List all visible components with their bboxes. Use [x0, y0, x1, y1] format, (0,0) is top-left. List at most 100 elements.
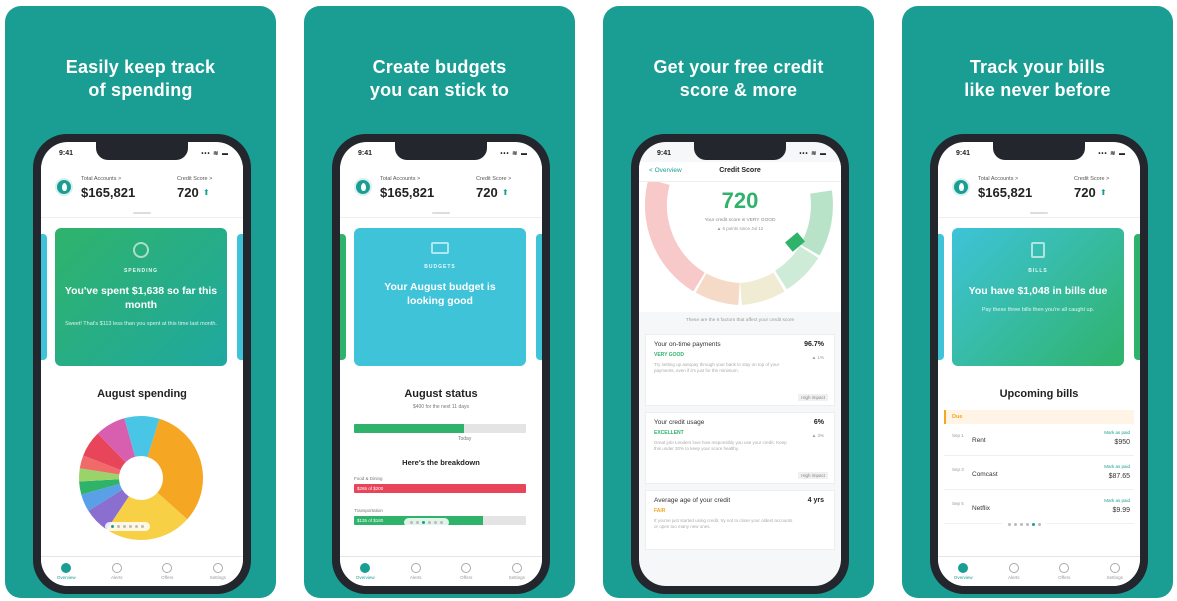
- section-title: August spending: [97, 388, 187, 400]
- arrow-up-icon: ⬆: [1100, 188, 1107, 197]
- page-dots[interactable]: [1002, 520, 1047, 529]
- next-card-peek[interactable]: [536, 234, 542, 360]
- tab-offers[interactable]: Offers: [451, 563, 481, 580]
- drop-icon: [360, 563, 371, 573]
- phone-frame: 9:41 ••• ≋ ▬ < Overview Credit Score 720: [631, 134, 849, 594]
- accounts-value[interactable]: $165,821: [81, 185, 135, 200]
- bill-row[interactable]: Sep 1 Rent Mark as paid $950: [944, 426, 1134, 456]
- mint-logo-icon[interactable]: [952, 178, 970, 196]
- category-bar-food[interactable]: $265 of $200: [354, 484, 526, 493]
- credit-score-big: 720: [721, 188, 759, 213]
- next-card-peek[interactable]: [237, 234, 243, 360]
- status-time: 9:41: [358, 149, 373, 157]
- gear-icon: [1109, 563, 1120, 573]
- drag-handle[interactable]: [432, 212, 450, 214]
- mint-logo-icon[interactable]: [55, 178, 73, 196]
- budgets-card[interactable]: BUDGETS Your August budget is looking go…: [354, 228, 526, 366]
- bills-card[interactable]: BILLS You have $1,048 in bills due Pay t…: [952, 228, 1124, 366]
- accounts-label[interactable]: Total Accounts >: [380, 176, 420, 182]
- panel-heading: Track your bills like never before: [964, 57, 1111, 100]
- mark-paid-link[interactable]: Mark as paid: [1104, 498, 1130, 503]
- factor-card[interactable]: Your credit usage 6% EXCELLENT ▲ 3% Grea…: [645, 412, 835, 484]
- notch: [96, 142, 188, 160]
- bell-icon: [1008, 563, 1019, 573]
- panel-credit: Get your free credit score & more 9:41 ••…: [603, 6, 874, 598]
- tab-label: Offers: [460, 575, 473, 580]
- bill-amount: $950: [1114, 439, 1130, 446]
- credit-score-label[interactable]: Credit Score >: [476, 176, 511, 182]
- panel-heading: Create budgets you can stick to: [369, 57, 510, 100]
- prev-card-peek[interactable]: [41, 234, 47, 360]
- page-dots[interactable]: [404, 518, 449, 527]
- tab-bar: Overview Alerts Offers Settings: [938, 556, 1140, 586]
- category-amount: $135 of $180: [357, 518, 384, 523]
- prev-card-peek[interactable]: [938, 234, 944, 360]
- nav-title: Credit Score: [719, 167, 761, 174]
- factor-desc: If you've just started using credit, try…: [654, 518, 793, 529]
- tab-label: Overview: [355, 575, 375, 580]
- tab-settings[interactable]: Settings: [502, 563, 532, 580]
- spending-card[interactable]: SPENDING You've spent $1,638 so far this…: [55, 228, 227, 366]
- accounts-label[interactable]: Total Accounts >: [978, 176, 1018, 182]
- tab-offers[interactable]: Offers: [1049, 563, 1079, 580]
- gear-icon: [511, 563, 522, 573]
- tab-label: Settings: [1106, 575, 1123, 580]
- credit-score-value[interactable]: 720: [177, 185, 199, 200]
- accounts-label[interactable]: Total Accounts >: [81, 176, 121, 182]
- status-time: 9:41: [956, 149, 971, 157]
- mint-logo-icon[interactable]: [354, 178, 372, 196]
- tab-overview[interactable]: Overview: [350, 563, 380, 580]
- tag-icon: [1059, 563, 1070, 573]
- gear-icon: [212, 563, 223, 573]
- factor-grade: FAIR: [654, 508, 666, 514]
- credit-score-value[interactable]: 720: [476, 185, 498, 200]
- impact-badge: High impact: [798, 472, 828, 479]
- next-card-peek[interactable]: [1134, 234, 1140, 360]
- drag-handle[interactable]: [133, 212, 151, 214]
- calendar-icon: [1031, 242, 1045, 258]
- tab-overview[interactable]: Overview: [51, 563, 81, 580]
- mark-paid-link[interactable]: Mark as paid: [1104, 430, 1130, 435]
- panel-budgets: Create budgets you can stick to 9:41 ••• …: [304, 6, 575, 598]
- tab-label: Alerts: [409, 575, 422, 580]
- overview-header: Total Accounts > $165,821 Credit Score >…: [340, 166, 542, 218]
- tab-overview[interactable]: Overview: [948, 563, 978, 580]
- bill-row[interactable]: Sep 3 Comcast Mark as paid $87.65: [944, 460, 1134, 490]
- card-tag: BILLS: [1028, 268, 1048, 274]
- score-area: 720 Your credit score is VERY GOOD ▲ 6 p…: [639, 179, 841, 312]
- signal-icon: ••• ≋ ▬: [799, 150, 827, 157]
- tab-settings[interactable]: Settings: [1100, 563, 1130, 580]
- credit-score-value[interactable]: 720: [1074, 185, 1096, 200]
- bill-amount: $9.99: [1112, 507, 1130, 514]
- factor-name: Your on-time payments: [654, 341, 721, 348]
- today-label: Today: [458, 436, 472, 442]
- accounts-value[interactable]: $165,821: [380, 185, 434, 200]
- prev-card-peek[interactable]: [340, 234, 346, 360]
- signal-icon: ••• ≋ ▬: [201, 150, 229, 157]
- accounts-value[interactable]: $165,821: [978, 185, 1032, 200]
- tab-alerts[interactable]: Alerts: [401, 563, 431, 580]
- mark-paid-link[interactable]: Mark as paid: [1104, 464, 1130, 469]
- tab-label: Offers: [161, 575, 174, 580]
- tab-settings[interactable]: Settings: [203, 563, 233, 580]
- tab-alerts[interactable]: Alerts: [999, 563, 1029, 580]
- tag-icon: [162, 563, 173, 573]
- arrow-up-icon: ⬆: [203, 188, 210, 197]
- tab-offers[interactable]: Offers: [152, 563, 182, 580]
- factor-card[interactable]: Average age of your credit 4 yrs FAIR If…: [645, 490, 835, 550]
- bill-name: Netflix: [972, 505, 991, 512]
- notch: [993, 142, 1085, 160]
- card-subtitle: Pay these three bills then you're all ca…: [981, 307, 1095, 313]
- factor-card[interactable]: Your on-time payments 96.7% VERY GOOD ▲ …: [645, 334, 835, 406]
- overview-header: Total Accounts > $165,821 Credit Score >…: [41, 166, 243, 218]
- card-tag: SPENDING: [123, 268, 159, 274]
- factor-grade: VERY GOOD: [654, 352, 685, 358]
- drag-handle[interactable]: [1030, 212, 1048, 214]
- page-dots[interactable]: [105, 522, 150, 531]
- phone-screen: 9:41 ••• ≋ ▬ Total Accounts > $165,821 Cr…: [41, 142, 243, 586]
- credit-score-label[interactable]: Credit Score >: [177, 176, 212, 182]
- credit-score-label[interactable]: Credit Score >: [1074, 176, 1109, 182]
- factor-change: ▲ 1%: [811, 355, 824, 360]
- score-text: Your credit score is VERY GOOD: [704, 218, 776, 223]
- tab-alerts[interactable]: Alerts: [102, 563, 132, 580]
